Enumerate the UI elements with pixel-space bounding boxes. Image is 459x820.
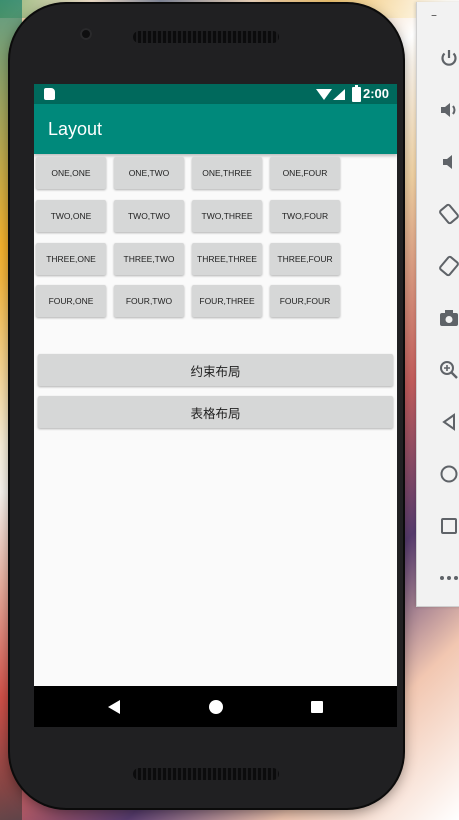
wifi-icon <box>316 89 332 100</box>
rotate-left-icon[interactable] <box>435 200 459 228</box>
app-bar: Layout <box>34 104 397 154</box>
home-icon[interactable] <box>435 460 459 488</box>
grid-button-three-three[interactable]: THREE,THREE <box>192 243 262 275</box>
grid-button-one-four[interactable]: ONE,FOUR <box>270 157 340 189</box>
emulator-phone-frame: 2:00 Layout ONE,ONE ONE,TWO ONE,THREE ON… <box>10 4 403 808</box>
grid-button-one-one[interactable]: ONE,ONE <box>36 157 106 189</box>
volume-up-icon[interactable] <box>435 96 459 124</box>
grid-button-three-two[interactable]: THREE,TWO <box>114 243 184 275</box>
device-screen[interactable]: 2:00 Layout ONE,ONE ONE,TWO ONE,THREE ON… <box>34 84 397 727</box>
nav-recents-icon[interactable] <box>311 701 323 713</box>
earpiece-speaker <box>133 31 279 43</box>
battery-icon <box>352 85 361 102</box>
nav-back-icon[interactable] <box>108 700 120 714</box>
front-camera <box>80 28 92 40</box>
zoom-icon[interactable] <box>435 356 459 384</box>
grid-button-two-four[interactable]: TWO,FOUR <box>270 200 340 232</box>
camera-icon[interactable] <box>435 304 459 332</box>
nav-home-icon[interactable] <box>209 700 223 714</box>
grid-button-four-one[interactable]: FOUR,ONE <box>36 285 106 317</box>
grid-button-two-two[interactable]: TWO,TWO <box>114 200 184 232</box>
more-icon[interactable] <box>435 564 459 592</box>
cell-signal-icon <box>333 89 345 100</box>
grid-button-four-three[interactable]: FOUR,THREE <box>192 285 262 317</box>
grid-button-three-one[interactable]: THREE,ONE <box>36 243 106 275</box>
power-icon[interactable] <box>435 44 459 72</box>
grid-button-three-four[interactable]: THREE,FOUR <box>270 243 340 275</box>
grid-button-four-four[interactable]: FOUR,FOUR <box>270 285 340 317</box>
status-time: 2:00 <box>362 86 389 101</box>
emulator-side-toolbar: – <box>416 2 459 607</box>
overview-icon[interactable] <box>435 512 459 540</box>
volume-down-icon[interactable] <box>435 148 459 176</box>
grid-button-one-two[interactable]: ONE,TWO <box>114 157 184 189</box>
minimize-icon[interactable]: – <box>431 8 437 22</box>
constraint-layout-button[interactable]: 约束布局 <box>38 354 393 386</box>
table-layout-button[interactable]: 表格布局 <box>38 396 393 428</box>
grid-button-four-two[interactable]: FOUR,TWO <box>114 285 184 317</box>
bottom-speaker <box>133 768 279 780</box>
grid-button-one-three[interactable]: ONE,THREE <box>192 157 262 189</box>
back-icon[interactable] <box>435 408 459 436</box>
grid-button-two-three[interactable]: TWO,THREE <box>192 200 262 232</box>
sd-card-icon <box>44 88 55 100</box>
navigation-bar <box>34 686 397 727</box>
rotate-right-icon[interactable] <box>435 252 459 280</box>
grid-button-two-one[interactable]: TWO,ONE <box>36 200 106 232</box>
app-title: Layout <box>48 119 103 139</box>
status-bar: 2:00 <box>34 84 397 104</box>
